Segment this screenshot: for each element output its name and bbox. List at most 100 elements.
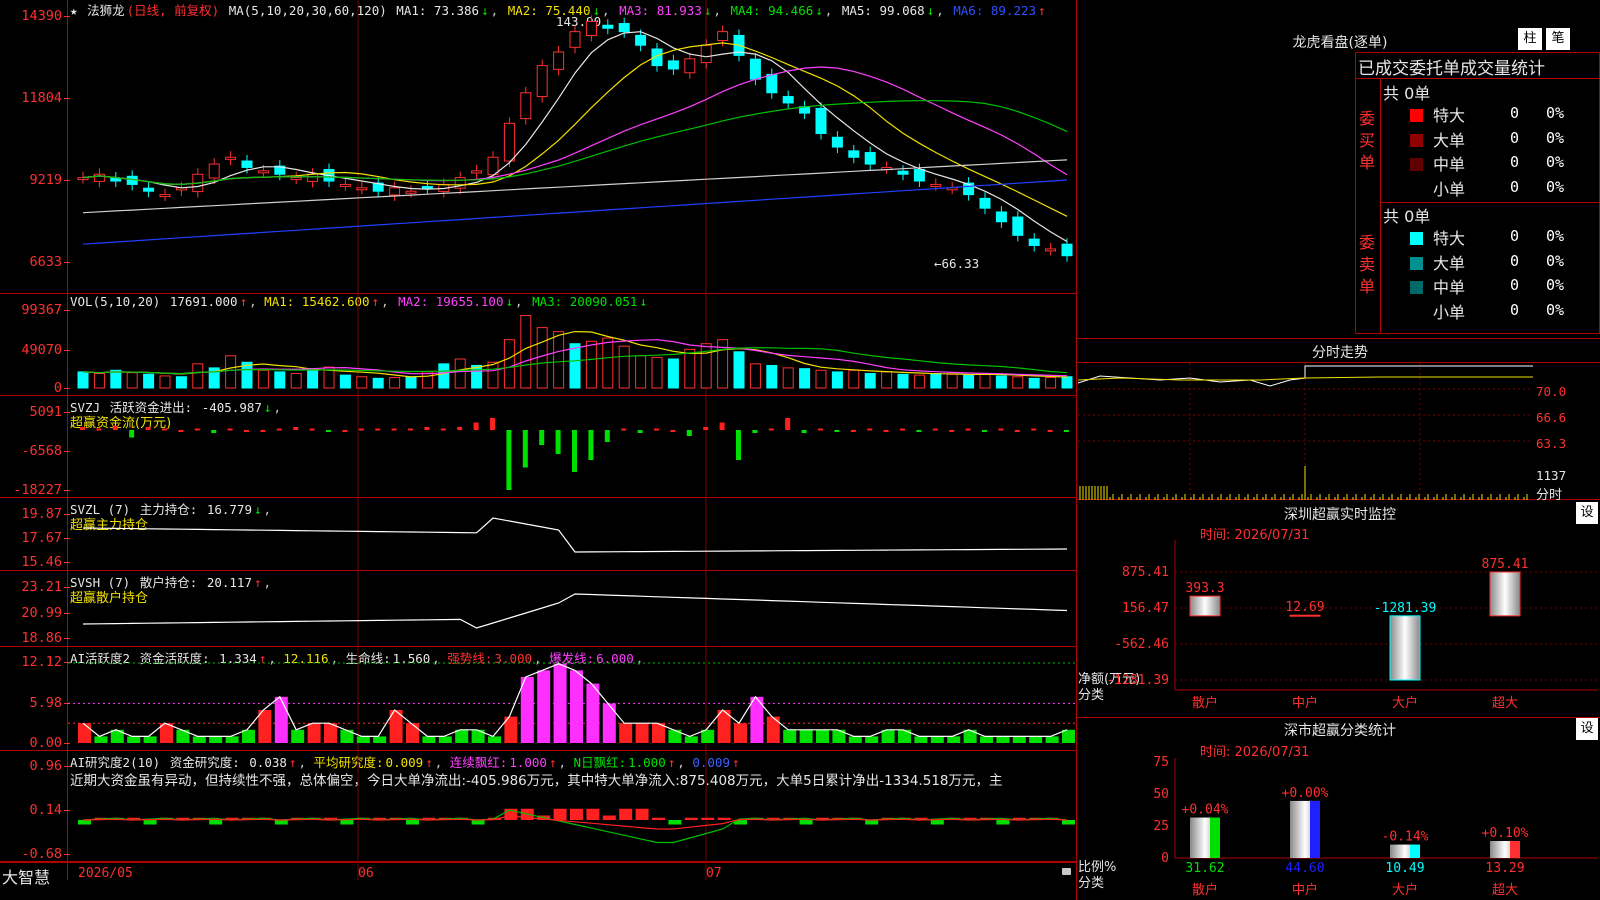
kline-candle — [864, 152, 876, 165]
activity-bar — [930, 736, 944, 743]
volume-bar — [225, 355, 237, 389]
sz-stats-bar — [1390, 844, 1420, 858]
sz-stats-category: 超大 — [1492, 883, 1518, 898]
volume-bar — [651, 356, 663, 389]
volume-bar — [963, 374, 975, 389]
order-row-pct: 0% — [1546, 276, 1565, 294]
bar-toggle-button[interactable]: 柱 — [1518, 28, 1542, 50]
color-swatch — [1410, 133, 1423, 147]
kline-candle — [635, 34, 647, 46]
sz-monitor-settings-button[interactable]: 设 — [1576, 502, 1598, 524]
kline-candle — [667, 60, 679, 70]
kline-candle — [471, 170, 483, 174]
activity-bar — [143, 736, 157, 743]
research-bar — [143, 820, 157, 825]
fund-flow-bar — [309, 428, 315, 431]
research-bar — [701, 817, 715, 820]
research-bar — [717, 817, 731, 820]
fund-flow-bar — [637, 430, 643, 433]
research-bar — [652, 817, 665, 820]
kline-candle — [553, 51, 565, 70]
kline-candle — [339, 183, 351, 187]
volume-bar — [1028, 377, 1040, 389]
kline-candle — [307, 173, 319, 182]
research-bar — [930, 820, 944, 825]
fund-flow-bar — [768, 428, 774, 431]
order-row-pct: 0% — [1546, 227, 1565, 245]
order-row-label: 大单 — [1433, 130, 1466, 150]
volume-bar — [1012, 376, 1024, 389]
volume-bar — [881, 371, 893, 389]
order-row-pct: 0% — [1546, 153, 1565, 171]
activity-bar — [242, 729, 255, 743]
fund-flow-bar — [834, 430, 840, 432]
sz-stats-divider — [1077, 717, 1600, 718]
fund-flow-bar — [752, 430, 758, 433]
kline-candle — [421, 185, 433, 189]
activity-bar — [570, 670, 583, 743]
volume-bar — [126, 372, 138, 389]
sz-monitor-value-label: 12.69 — [1285, 600, 1324, 615]
kline-candle — [77, 177, 89, 181]
research-bar — [799, 820, 813, 825]
sz-stats-change-label: +0.04% — [1182, 803, 1229, 818]
sz-monitor-category: 散户 — [1192, 695, 1218, 711]
fund-flow-bar — [736, 430, 741, 460]
kline-candle — [143, 187, 155, 192]
order-row: 大单 — [1410, 127, 1465, 151]
order-row-pct: 0% — [1546, 104, 1565, 122]
kline-candle — [257, 170, 269, 174]
volume-bar — [389, 377, 401, 389]
volume-bar — [1061, 376, 1073, 389]
sz-stats-title: 深市超赢分类统计 — [1284, 723, 1396, 739]
fund-flow-bar — [244, 430, 249, 432]
order-row-pct: 0% — [1546, 177, 1565, 196]
fund-flow-bar — [572, 430, 577, 472]
fund-flow-bar — [227, 428, 233, 431]
kline-candle — [487, 156, 499, 176]
ma6-line — [82, 179, 1068, 245]
volume-bar — [799, 368, 811, 389]
fund-flow-bar — [391, 428, 397, 431]
order-row: 中单 — [1410, 151, 1465, 175]
chart-canvas[interactable] — [0, 0, 1077, 880]
activity-bar — [225, 736, 239, 743]
volume-bar — [77, 371, 89, 389]
order-row: 小单 — [1410, 176, 1465, 200]
volume-bar — [93, 373, 105, 389]
order-row-label: 中单 — [1433, 278, 1466, 297]
activity-bar — [1062, 729, 1075, 743]
kline-candle — [290, 177, 302, 181]
fund-flow-bar — [604, 430, 610, 442]
sz-monitor-value-label: -1281.39 — [1374, 601, 1437, 616]
order-row-pct: 0% — [1546, 251, 1565, 270]
research-bar — [684, 817, 698, 820]
tick-toggle-button[interactable]: 笔 — [1546, 28, 1570, 50]
volume-bar — [815, 369, 827, 389]
volume-bar — [749, 363, 761, 389]
volume-bar — [405, 376, 417, 389]
sz-stats-ytick: 0 — [1161, 851, 1169, 866]
order-row-label: 特大 — [1433, 229, 1466, 248]
research-bar — [471, 820, 485, 825]
research-bar — [1062, 820, 1075, 825]
activity-bar — [586, 683, 600, 743]
order-row: 特大 — [1410, 102, 1465, 126]
sz-stats-category: 中户 — [1292, 882, 1318, 898]
kline-candle — [700, 44, 712, 64]
sz-stats-settings-button[interactable]: 设 — [1576, 718, 1598, 740]
activity-bar — [373, 736, 387, 743]
research-bar — [553, 808, 567, 820]
sz-monitor-bar — [1489, 571, 1521, 617]
volume-bar — [339, 374, 351, 389]
intraday-chart[interactable] — [1077, 362, 1600, 500]
activity-bar — [553, 663, 567, 743]
order-row-label: 小单 — [1433, 302, 1466, 322]
order-stats-divider — [1355, 78, 1600, 79]
intraday-title: 分时走势 — [1312, 345, 1368, 361]
fund-flow-bar — [293, 427, 299, 430]
activity-bar — [734, 723, 747, 743]
volume-bar — [536, 327, 548, 389]
fund-flow-bar — [654, 428, 659, 431]
order-row-count: 0 — [1510, 300, 1520, 319]
